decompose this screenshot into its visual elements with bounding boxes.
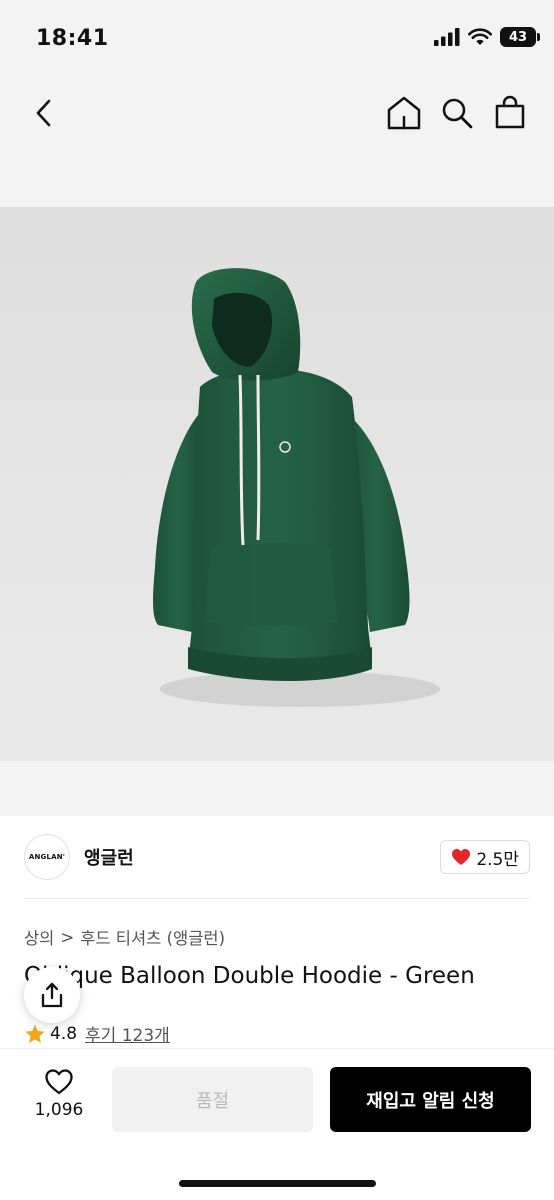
- divider: [24, 898, 530, 899]
- breadcrumb-item-category[interactable]: 상의: [24, 925, 54, 949]
- brand-row[interactable]: ANGLAN' 앵글런 2.5만: [24, 833, 530, 881]
- like-button[interactable]: 2.5만: [440, 840, 530, 874]
- heart-filled-icon: [452, 849, 471, 865]
- cellular-signal-icon: [434, 28, 460, 46]
- battery-indicator: 43: [500, 27, 540, 47]
- brand-name[interactable]: 앵글런: [84, 844, 134, 870]
- rating-score: 4.8: [50, 1023, 78, 1044]
- heart-outline-icon: [45, 1069, 73, 1095]
- wifi-icon: [468, 28, 492, 45]
- restock-alert-button[interactable]: 재입고 알림 신청: [330, 1067, 531, 1132]
- star-icon: [25, 1024, 45, 1043]
- like-count: 2.5만: [476, 849, 519, 870]
- wishlist-count: 1,096: [34, 1100, 84, 1120]
- share-button[interactable]: [24, 967, 80, 1023]
- shopping-bag-icon: [495, 95, 525, 129]
- breadcrumb: 상의 > 후드 티셔츠 (앵글런): [24, 925, 225, 949]
- cart-button[interactable]: [490, 93, 530, 133]
- product-title: Oblique Balloon Double Hoodie - Green: [24, 963, 475, 989]
- rating-row[interactable]: 4.8 후기 123개: [24, 1021, 170, 1046]
- image-footer-area: [0, 761, 554, 816]
- back-button[interactable]: [26, 93, 62, 133]
- review-count-link[interactable]: 후기 123개: [85, 1021, 170, 1046]
- breadcrumb-item-subcategory[interactable]: 후드 티셔츠 (앵글런): [80, 925, 225, 949]
- brand-logo[interactable]: ANGLAN': [24, 834, 70, 880]
- product-image[interactable]: [0, 207, 554, 761]
- home-button[interactable]: [385, 93, 423, 133]
- search-button[interactable]: [438, 93, 476, 133]
- status-time: 18:41: [36, 26, 109, 51]
- home-icon: [387, 96, 421, 130]
- search-icon: [442, 98, 473, 129]
- home-indicator[interactable]: [179, 1180, 376, 1187]
- hoodie-illustration: [153, 268, 440, 707]
- breadcrumb-separator: >: [60, 927, 75, 947]
- status-icons: 43: [434, 27, 540, 47]
- wishlist-button[interactable]: 1,096: [26, 1068, 92, 1128]
- chevron-left-icon: [36, 99, 51, 127]
- share-icon: [41, 982, 63, 1008]
- sold-out-button: 품절: [112, 1067, 313, 1132]
